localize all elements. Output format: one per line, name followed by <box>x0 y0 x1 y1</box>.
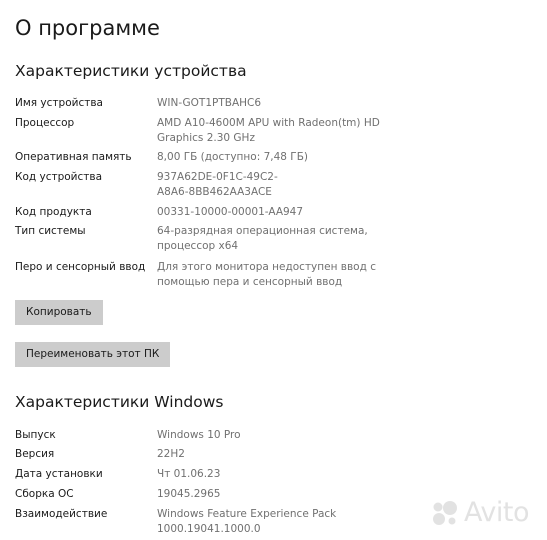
device-specs-heading: Характеристики устройства <box>15 62 247 80</box>
processor-label: Процессор <box>15 117 75 129</box>
rename-pc-button[interactable]: Переименовать этот ПК <box>15 342 171 367</box>
device-name-label: Имя устройства <box>15 97 103 109</box>
avito-logo-icon <box>430 498 460 528</box>
os-build-label: Сборка ОС <box>15 488 74 500</box>
version-label: Версия <box>15 448 55 460</box>
product-id-value[interactable]: 00331-10000-00001-AA947 <box>157 205 387 220</box>
system-type-value[interactable]: 64-разрядная операционная система, проце… <box>157 224 387 254</box>
version-value[interactable]: 22H2 <box>157 447 387 462</box>
copy-button[interactable]: Копировать <box>15 300 103 325</box>
experience-label: Взаимодействие <box>15 508 108 520</box>
avito-watermark: Avito <box>430 497 529 528</box>
processor-value[interactable]: AMD A10-4600M APU with Radeon(tm) HD Gra… <box>157 116 387 146</box>
pen-touch-label: Перо и сенсорный ввод <box>15 261 146 273</box>
os-build-value[interactable]: 19045.2965 <box>157 487 387 502</box>
product-id-label: Код продукта <box>15 206 92 218</box>
experience-value[interactable]: Windows Feature Experience Pack 1000.190… <box>157 507 387 537</box>
device-name-value[interactable]: WIN-GOT1PTBAHC6 <box>157 96 387 111</box>
install-date-label: Дата установки <box>15 468 103 480</box>
device-id-value[interactable]: 937A62DE-0F1C-49C2- A8A6-8BB462AA3ACE <box>157 170 387 200</box>
ram-value[interactable]: 8,00 ГБ (доступно: 7,48 ГБ) <box>157 150 387 165</box>
avito-watermark-text: Avito <box>464 497 529 528</box>
edition-value[interactable]: Windows 10 Pro <box>157 428 387 443</box>
ram-label: Оперативная память <box>15 151 132 163</box>
pen-touch-value[interactable]: Для этого монитора недоступен ввод с пом… <box>157 260 387 290</box>
install-date-value[interactable]: Чт 01.06.23 <box>157 467 387 482</box>
page-title: О программе <box>15 16 160 40</box>
device-id-label: Код устройства <box>15 171 103 183</box>
windows-specs-heading: Характеристики Windows <box>15 393 224 411</box>
edition-label: Выпуск <box>15 429 56 441</box>
system-type-label: Тип системы <box>15 225 86 237</box>
